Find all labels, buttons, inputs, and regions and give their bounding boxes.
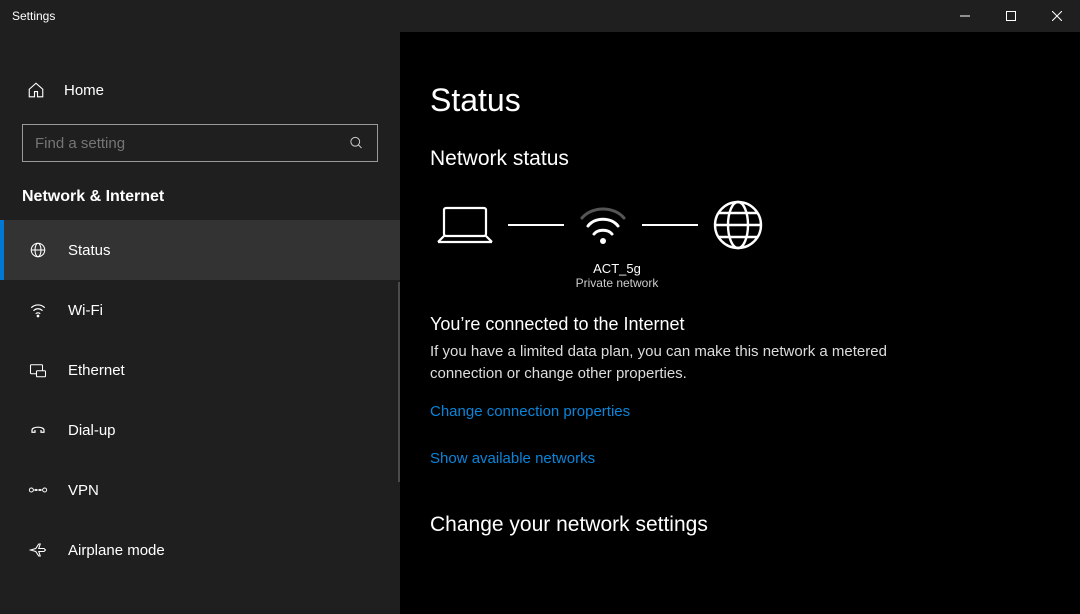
home-icon xyxy=(26,81,46,99)
status-icon xyxy=(28,241,48,259)
sidebar: Home Network & Internet Status xyxy=(0,32,400,614)
sidebar-item-label: Airplane mode xyxy=(68,542,165,559)
sidebar-item-vpn[interactable]: VPN xyxy=(0,460,400,520)
close-button[interactable] xyxy=(1034,0,1080,32)
link-change-connection-properties[interactable]: Change connection properties xyxy=(430,403,630,420)
maximize-button[interactable] xyxy=(988,0,1034,32)
window-title: Settings xyxy=(12,9,55,23)
wifi-icon xyxy=(28,301,48,319)
dialup-icon xyxy=(28,421,48,439)
diagram-connector xyxy=(508,224,564,226)
network-diagram xyxy=(430,193,1032,255)
home-nav[interactable]: Home xyxy=(0,68,400,112)
laptop-icon xyxy=(436,204,494,246)
network-type: Private network xyxy=(422,276,812,290)
home-label: Home xyxy=(64,82,104,99)
sidebar-item-airplane[interactable]: Airplane mode xyxy=(0,520,400,580)
sidebar-item-dialup[interactable]: Dial-up xyxy=(0,400,400,460)
section-change-network-settings: Change your network settings xyxy=(430,513,1032,537)
sidebar-item-ethernet[interactable]: Ethernet xyxy=(0,340,400,400)
vpn-icon xyxy=(28,483,48,497)
link-show-available-networks[interactable]: Show available networks xyxy=(430,450,595,467)
section-network-status: Network status xyxy=(430,147,1032,171)
content-pane: Status Network status ACT_5g Private net… xyxy=(400,32,1080,614)
sidebar-item-status[interactable]: Status xyxy=(0,220,400,280)
connection-heading: You’re connected to the Internet xyxy=(430,314,1032,335)
sidebar-item-label: Ethernet xyxy=(68,362,125,379)
connection-description: If you have a limited data plan, you can… xyxy=(430,341,950,385)
network-ssid: ACT_5g xyxy=(422,261,812,276)
globe-icon xyxy=(712,199,764,251)
wifi-signal-icon xyxy=(578,204,628,246)
sidebar-item-label: Status xyxy=(68,242,111,259)
sidebar-item-label: Dial-up xyxy=(68,422,116,439)
minimize-button[interactable] xyxy=(942,0,988,32)
sidebar-section-title: Network & Internet xyxy=(0,180,400,220)
ethernet-icon xyxy=(28,361,48,379)
sidebar-item-label: Wi-Fi xyxy=(68,302,103,319)
search-input[interactable] xyxy=(22,124,378,162)
diagram-connector xyxy=(642,224,698,226)
airplane-icon xyxy=(28,541,48,559)
page-title: Status xyxy=(430,82,1032,119)
titlebar: Settings xyxy=(0,0,1080,32)
sidebar-item-wifi[interactable]: Wi-Fi xyxy=(0,280,400,340)
sidebar-item-label: VPN xyxy=(68,482,99,499)
